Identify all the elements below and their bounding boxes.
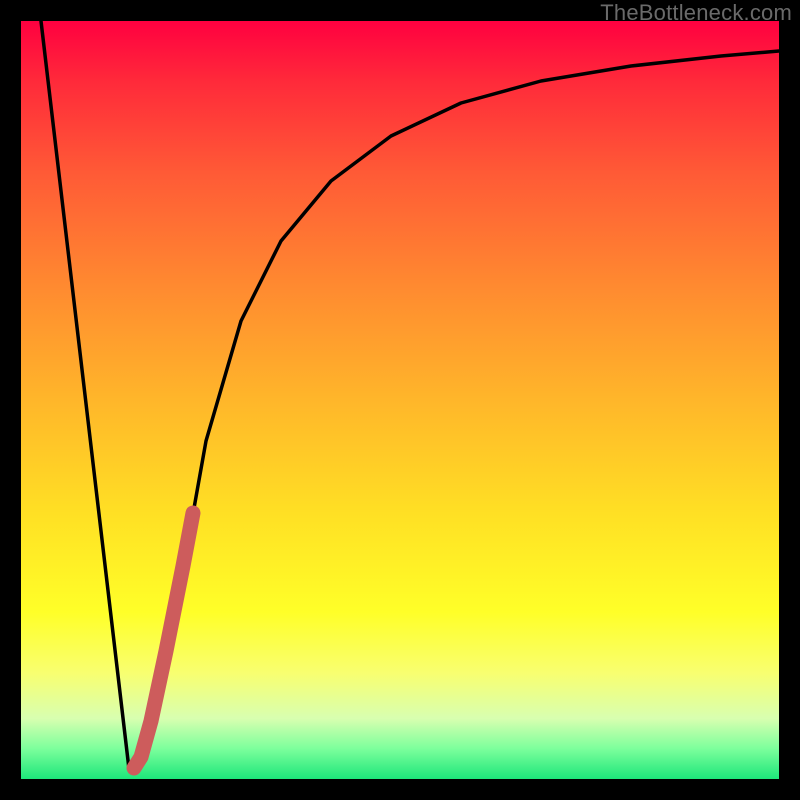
chart-frame: TheBottleneck.com (0, 0, 800, 800)
bottleneck-curve (41, 21, 779, 769)
highlight-band (134, 513, 193, 768)
chart-svg (21, 21, 779, 779)
plot-area (21, 21, 779, 779)
watermark-text: TheBottleneck.com (600, 0, 792, 26)
